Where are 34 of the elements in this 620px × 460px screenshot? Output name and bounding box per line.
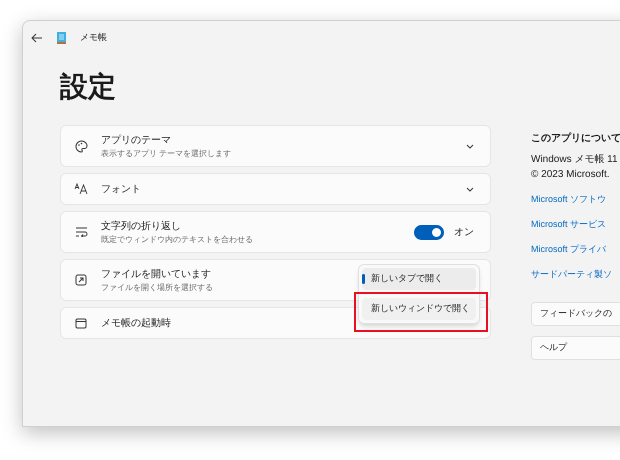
window-icon bbox=[75, 318, 87, 328]
font-icon bbox=[74, 183, 88, 195]
setting-description: 表示するアプリ テーマを選択します bbox=[101, 148, 232, 160]
about-text: Windows メモ帳 11 bbox=[531, 153, 618, 167]
window-title: メモ帳 bbox=[80, 31, 107, 44]
setting-label: アプリのテーマ bbox=[101, 134, 171, 148]
setting-description: ファイルを開く場所を選択する bbox=[101, 282, 213, 294]
open-external-icon bbox=[75, 274, 87, 286]
about-text: © 2023 Microsoft. bbox=[531, 168, 610, 182]
chevron-down-icon[interactable] bbox=[466, 144, 474, 148]
setting-card[interactable]: フォント bbox=[60, 173, 491, 205]
setting-card[interactable]: 文字列の折り返し 既定でウィンドウ内のテキストを合わせる オン bbox=[60, 211, 491, 253]
about-heading: このアプリについて bbox=[531, 131, 620, 146]
about-link[interactable]: Microsoft ソフトウ bbox=[531, 192, 606, 207]
about-button[interactable]: フィードバックの bbox=[531, 302, 620, 326]
about-link[interactable]: Microsoft サービス bbox=[531, 217, 606, 232]
chevron-down-icon[interactable] bbox=[466, 186, 474, 192]
setting-label: 文字列の折り返し bbox=[101, 220, 181, 234]
setting-card[interactable]: アプリのテーマ 表示するアプリ テーマを選択します bbox=[60, 125, 491, 167]
menu-item[interactable]: 新しいウィンドウで開く bbox=[362, 298, 476, 320]
page-title: 設定 bbox=[60, 73, 116, 101]
palette-icon bbox=[74, 140, 88, 152]
text-wrap-icon bbox=[74, 227, 88, 237]
setting-label: フォント bbox=[101, 182, 141, 196]
about-button[interactable]: ヘルプ bbox=[531, 336, 620, 360]
toggle-state-label: オン bbox=[454, 226, 474, 240]
about-link[interactable]: Microsoft プライバ bbox=[531, 242, 606, 257]
setting-description: 既定でウィンドウ内のテキストを合わせる bbox=[101, 234, 253, 246]
back-icon[interactable] bbox=[31, 33, 43, 43]
menu-item[interactable]: 新しいタブで開く bbox=[362, 268, 476, 290]
notepad-icon bbox=[57, 32, 66, 44]
setting-label: ファイルを開いています bbox=[101, 268, 211, 282]
about-link[interactable]: サードパーティ製ソ bbox=[531, 267, 612, 282]
toggle-switch[interactable] bbox=[414, 224, 444, 240]
